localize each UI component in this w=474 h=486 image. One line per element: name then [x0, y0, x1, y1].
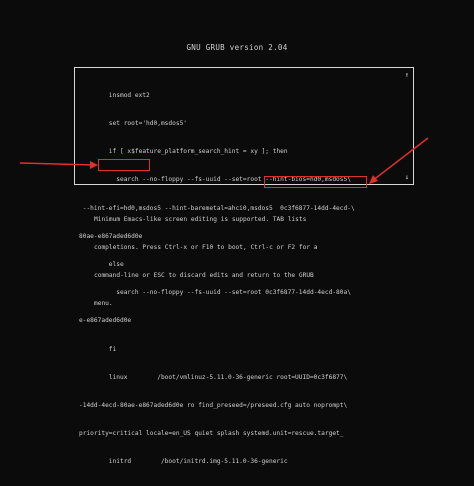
annotation-arrows: [19, 137, 429, 184]
editor-line-kernel-params[interactable]: priority=critical locale=en_US quiet spl…: [79, 429, 401, 438]
editor-line-linux[interactable]: linux /boot/vmlinuz-5.11.0-36-generic ro…: [79, 373, 401, 382]
editor-line[interactable]: -14dd-4ecd-80ae-e867aded6d0e ro find_pre…: [79, 401, 401, 410]
editor-line-initrd[interactable]: initrd /boot/initrd.img-5.11.0-36-generi…: [79, 457, 401, 466]
editor-line[interactable]: fi: [79, 345, 401, 354]
right-arrow-icon: [369, 137, 429, 184]
left-arrow-icon: [19, 161, 98, 169]
